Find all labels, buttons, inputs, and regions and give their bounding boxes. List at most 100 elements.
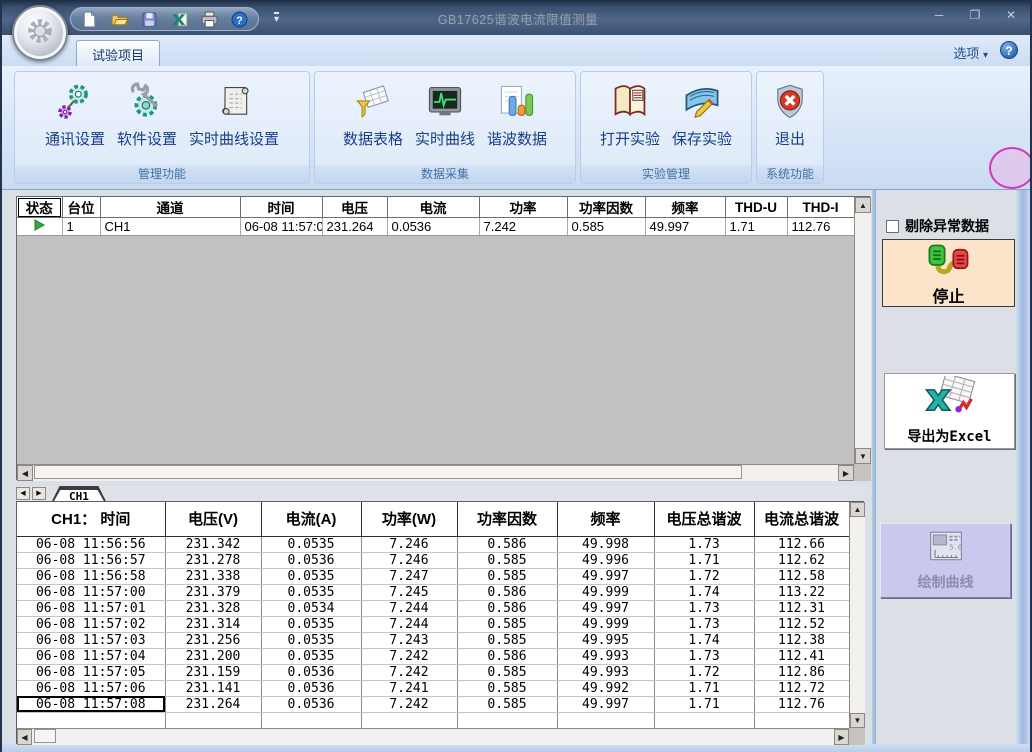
history-row[interactable]: 06-08 11:57:08231.2640.05367.2420.58549.… bbox=[17, 696, 849, 712]
history-cell[interactable]: 112.52 bbox=[754, 616, 849, 632]
history-cell[interactable]: 0.0536 bbox=[261, 696, 361, 712]
history-cell[interactable]: 49.999 bbox=[557, 616, 654, 632]
history-cell[interactable]: 06-08 11:56:57 bbox=[17, 552, 165, 568]
history-cell[interactable]: 0.586 bbox=[457, 600, 557, 616]
history-cell[interactable]: 49.996 bbox=[557, 552, 654, 568]
stop-button[interactable]: 停止 bbox=[882, 239, 1015, 307]
sheet-tab-ch1[interactable]: CH1 bbox=[52, 486, 106, 501]
options-menu[interactable]: 选项 ▾ bbox=[953, 43, 988, 62]
history-cell[interactable]: 7.241 bbox=[361, 680, 457, 696]
history-cell[interactable]: 49.997 bbox=[557, 600, 654, 616]
history-cell[interactable]: 7.243 bbox=[361, 632, 457, 648]
history-header-pf[interactable]: 功率因数 bbox=[457, 502, 557, 536]
history-row[interactable]: 06-08 11:57:04231.2000.05357.2420.58649.… bbox=[17, 648, 849, 664]
live-header-current[interactable]: 电流 bbox=[387, 197, 479, 218]
scroll-up-icon[interactable]: ▲ bbox=[855, 197, 871, 213]
history-cell[interactable]: 7.242 bbox=[361, 648, 457, 664]
live-header-channel[interactable]: 通道 bbox=[100, 197, 240, 218]
maximize-button[interactable]: ❐ bbox=[962, 6, 988, 24]
history-cell[interactable]: 231.314 bbox=[165, 616, 261, 632]
scroll-left-icon[interactable]: ◀ bbox=[17, 729, 32, 745]
scroll-down-icon[interactable]: ▼ bbox=[855, 448, 871, 464]
history-cell[interactable]: 7.245 bbox=[361, 584, 457, 600]
history-cell[interactable]: 112.58 bbox=[754, 568, 849, 584]
history-cell[interactable]: 112.41 bbox=[754, 648, 849, 664]
history-cell[interactable]: 0.0535 bbox=[261, 536, 361, 552]
history-cell[interactable]: 0.0535 bbox=[261, 632, 361, 648]
history-cell[interactable]: 06-08 11:56:56 bbox=[17, 536, 165, 552]
open-experiment-button[interactable]: 打开实验 bbox=[594, 80, 666, 151]
history-row[interactable]: 06-08 11:56:57231.2780.05367.2460.58549.… bbox=[17, 552, 849, 568]
history-cell[interactable]: 0.0535 bbox=[261, 584, 361, 600]
scroll-up-icon[interactable]: ▲ bbox=[850, 502, 865, 517]
history-cell[interactable]: 06-08 11:57:03 bbox=[17, 632, 165, 648]
history-cell[interactable]: 1.71 bbox=[654, 552, 754, 568]
live-header-power[interactable]: 功率 bbox=[479, 197, 567, 218]
history-cell[interactable]: 1.74 bbox=[654, 632, 754, 648]
history-cell[interactable]: 49.998 bbox=[557, 536, 654, 552]
history-cell[interactable]: 1.73 bbox=[654, 600, 754, 616]
exit-button[interactable]: 退出 bbox=[764, 80, 816, 151]
live-data-row[interactable]: 1 CH1 06-08 11:57:08 231.264 0.0536 7.24… bbox=[17, 218, 854, 236]
history-cell[interactable]: 7.246 bbox=[361, 552, 457, 568]
history-cell[interactable]: 1.72 bbox=[654, 568, 754, 584]
checkbox-icon[interactable] bbox=[886, 220, 899, 233]
history-cell[interactable]: 06-08 11:57:08 bbox=[17, 696, 165, 712]
live-header-voltage[interactable]: 电压 bbox=[322, 197, 387, 218]
live-hscroll-track[interactable] bbox=[33, 465, 838, 481]
history-cell[interactable]: 7.247 bbox=[361, 568, 457, 584]
history-row[interactable]: 06-08 11:57:02231.3140.05357.2440.58549.… bbox=[17, 616, 849, 632]
history-cell[interactable]: 49.999 bbox=[557, 584, 654, 600]
history-cell[interactable]: 0.585 bbox=[457, 664, 557, 680]
history-cell[interactable]: 1.73 bbox=[654, 648, 754, 664]
history-header-power[interactable]: 功率(W) bbox=[361, 502, 457, 536]
history-cell[interactable]: 0.0535 bbox=[261, 648, 361, 664]
minimize-button[interactable]: ─ bbox=[926, 6, 952, 24]
history-vertical-scrollbar[interactable]: ▲ ▼ bbox=[849, 502, 865, 728]
live-header-time[interactable]: 时间 bbox=[240, 197, 322, 218]
office-menu-button[interactable] bbox=[12, 5, 68, 61]
history-cell[interactable]: 49.997 bbox=[557, 696, 654, 712]
history-cell[interactable]: 7.242 bbox=[361, 696, 457, 712]
close-button[interactable]: ✕ bbox=[998, 6, 1024, 24]
live-vscroll-track[interactable] bbox=[855, 213, 871, 448]
history-cell[interactable]: 0.0536 bbox=[261, 552, 361, 568]
scroll-left-icon[interactable]: ◀ bbox=[17, 465, 33, 481]
history-cell[interactable]: 1.73 bbox=[654, 616, 754, 632]
history-cell[interactable]: 1.71 bbox=[654, 696, 754, 712]
export-excel-button[interactable]: 导出为Excel bbox=[884, 373, 1015, 449]
live-header-pf[interactable]: 功率因数 bbox=[567, 197, 645, 218]
history-cell[interactable]: 1.71 bbox=[654, 680, 754, 696]
history-cell[interactable]: 231.264 bbox=[165, 696, 261, 712]
history-cell[interactable]: 0.586 bbox=[457, 648, 557, 664]
history-cell[interactable]: 0.0535 bbox=[261, 616, 361, 632]
history-cell[interactable]: 231.159 bbox=[165, 664, 261, 680]
history-hscroll-track[interactable] bbox=[32, 729, 834, 745]
history-row[interactable]: 06-08 11:56:58231.3380.05357.2470.58549.… bbox=[17, 568, 849, 584]
live-header-status[interactable]: 状态 bbox=[17, 197, 62, 218]
history-cell[interactable]: 112.76 bbox=[754, 696, 849, 712]
history-cell[interactable]: 112.62 bbox=[754, 552, 849, 568]
history-cell[interactable]: 231.200 bbox=[165, 648, 261, 664]
scroll-down-icon[interactable]: ▼ bbox=[850, 713, 865, 728]
history-cell[interactable]: 231.256 bbox=[165, 632, 261, 648]
history-cell[interactable]: 231.278 bbox=[165, 552, 261, 568]
history-cell[interactable]: 0.585 bbox=[457, 632, 557, 648]
help-button[interactable]: ? bbox=[1000, 41, 1018, 59]
history-cell[interactable]: 1.74 bbox=[654, 584, 754, 600]
live-header-thdi[interactable]: THD-I bbox=[787, 197, 854, 218]
curve-settings-button[interactable]: 实时曲线设置 bbox=[183, 80, 285, 151]
history-cell[interactable]: 113.22 bbox=[754, 584, 849, 600]
tab-test-project[interactable]: 试验项目 bbox=[76, 40, 160, 66]
history-cell[interactable]: 231.379 bbox=[165, 584, 261, 600]
history-cell[interactable]: 0.0534 bbox=[261, 600, 361, 616]
history-cell[interactable]: 231.342 bbox=[165, 536, 261, 552]
history-cell[interactable]: 112.66 bbox=[754, 536, 849, 552]
history-row[interactable]: 06-08 11:57:00231.3790.05357.2450.58649.… bbox=[17, 584, 849, 600]
history-horizontal-scrollbar[interactable]: ◀ ▶ bbox=[17, 728, 849, 745]
history-cell[interactable]: 0.0536 bbox=[261, 680, 361, 696]
history-cell[interactable]: 112.72 bbox=[754, 680, 849, 696]
history-cell[interactable]: 0.586 bbox=[457, 536, 557, 552]
live-hscroll-thumb[interactable] bbox=[34, 465, 742, 479]
history-cell[interactable]: 112.31 bbox=[754, 600, 849, 616]
